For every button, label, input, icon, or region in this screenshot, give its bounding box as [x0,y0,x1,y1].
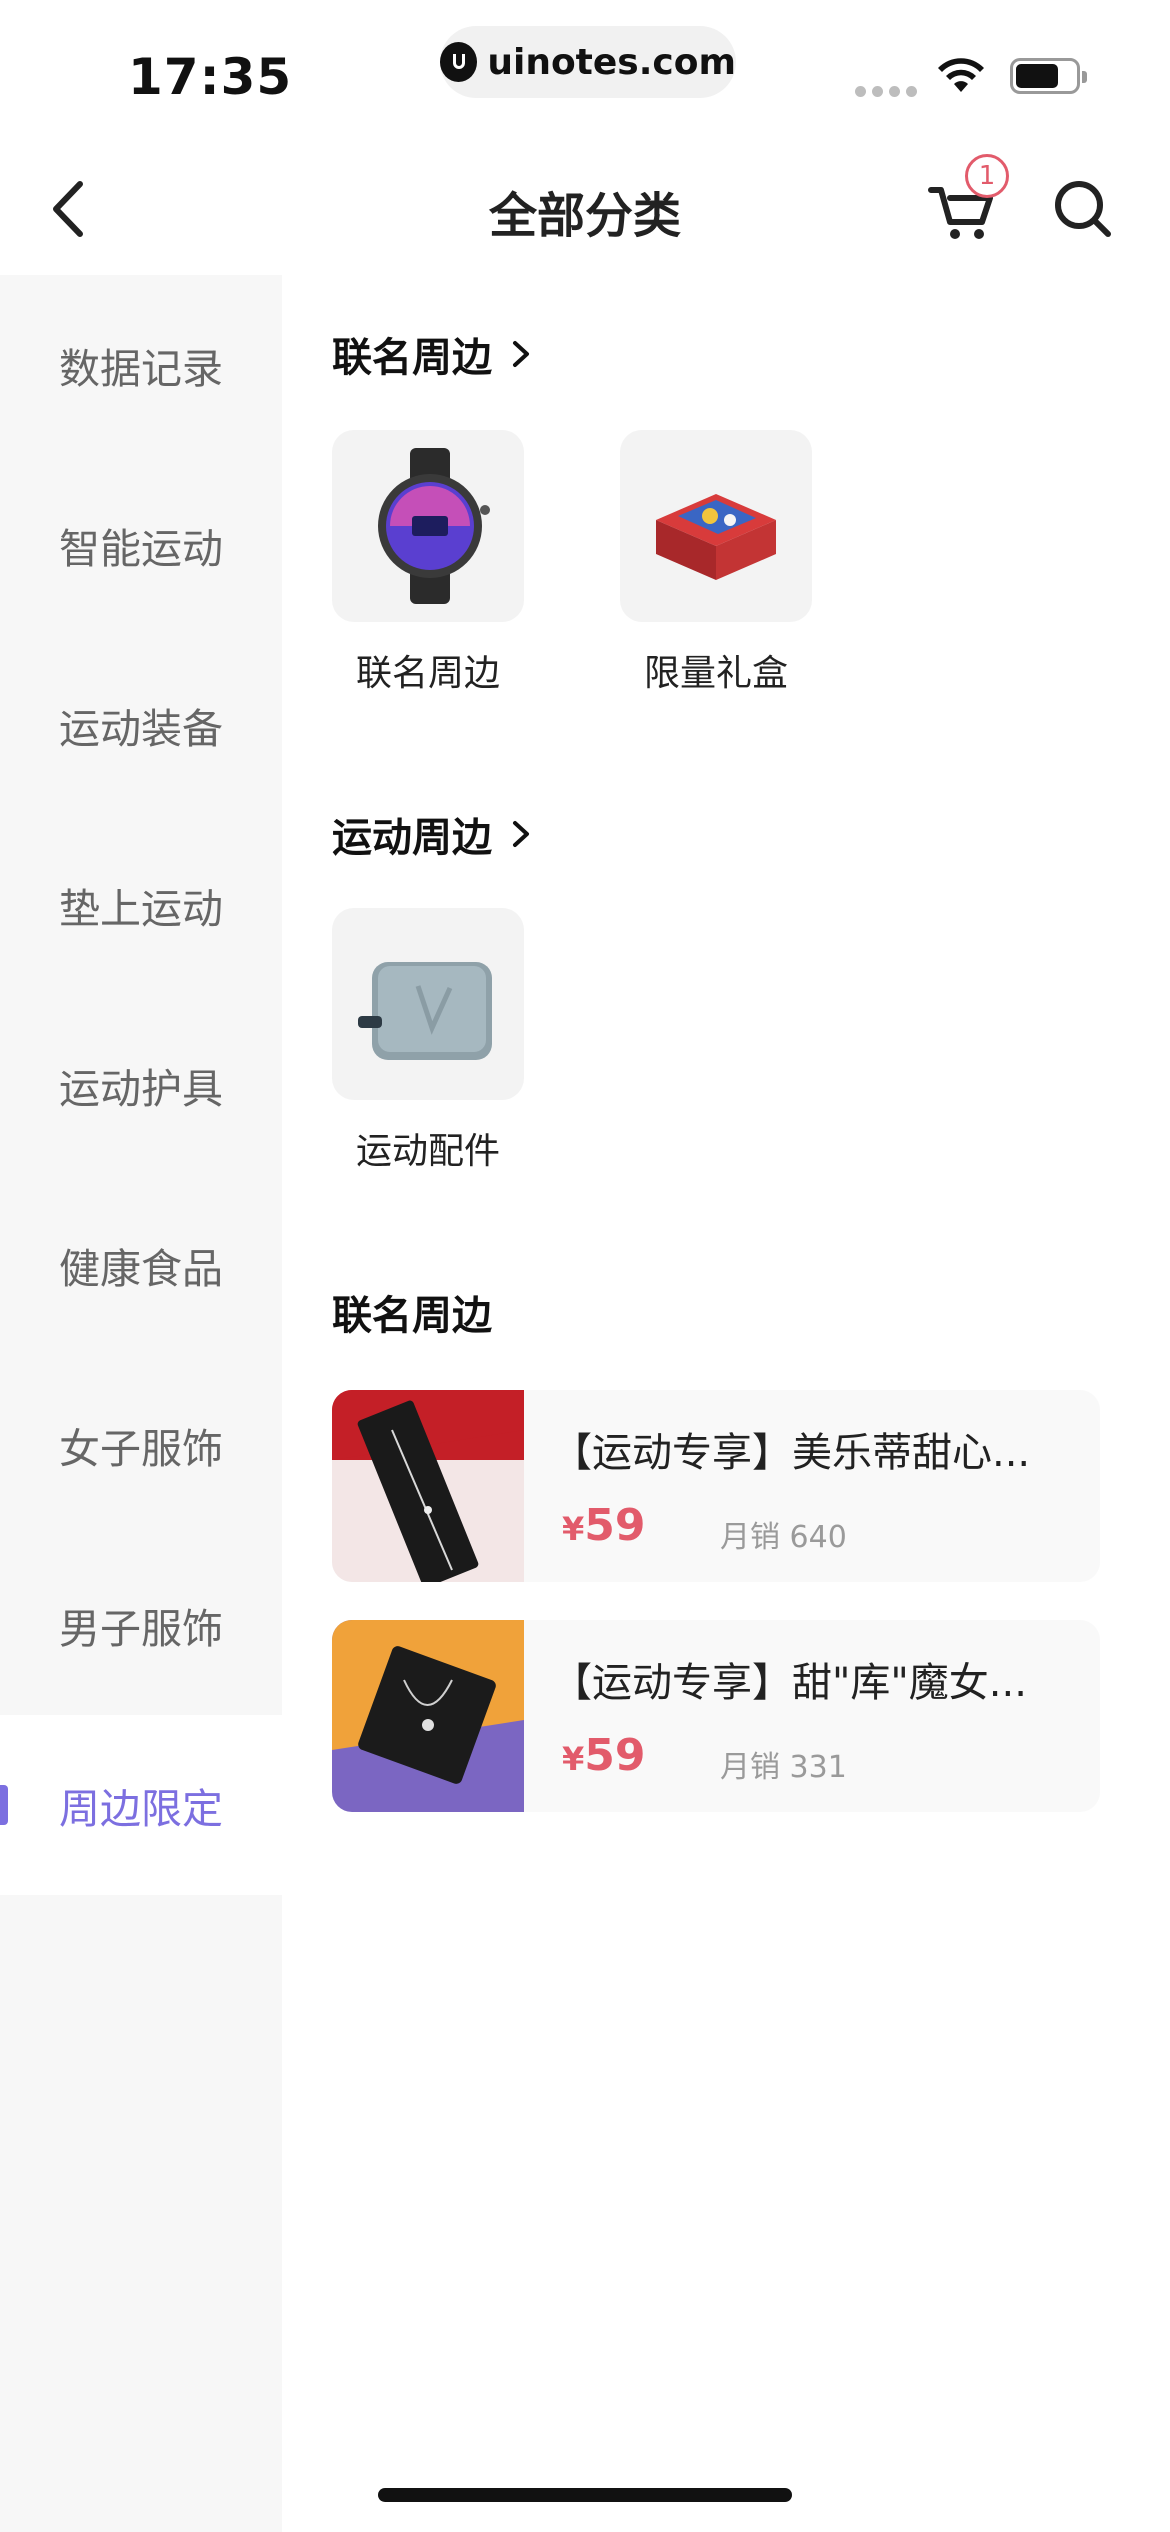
section-title: 联名周边 [332,335,492,381]
section-title: 运动周边 [332,815,492,861]
tile-label: 限量礼盒 [643,653,788,694]
status-time: 17:35 [128,48,293,106]
tile-label: 运动配件 [355,1131,500,1172]
sidebar-item-health-food[interactable]: 健康食品 [0,1175,282,1355]
product-price: ¥59 [562,1500,646,1551]
product-card[interactable]: 【运动专享】甜"库"魔女... ¥59 月销 331 [332,1620,1100,1812]
sidebar-item-limited-merch[interactable]: 周边限定 [0,1715,282,1895]
sidebar-item-mat-exercise[interactable]: 垫上运动 [0,815,282,995]
home-indicator[interactable] [378,2488,792,2502]
signal-icon [855,86,917,97]
chevron-right-icon [513,821,529,847]
sidebar-item-sports-gear[interactable]: 运动装备 [0,635,282,815]
cart-count-badge: 1 [965,154,1009,198]
product-sales: 月销 640 [720,1520,847,1555]
status-bar: 17:35 uinotes.com [0,0,1170,140]
smartwatch-image [332,430,524,622]
sidebar-item-mens-apparel[interactable]: 男子服饰 [0,1535,282,1715]
section-header-collab[interactable]: 联名周边 [332,325,532,383]
necklace-image [332,1620,524,1812]
product-title: 【运动专享】甜"库"魔女... [552,1660,1027,1706]
pouch-image [332,908,524,1100]
url-text: uinotes.com [487,41,736,83]
product-price: ¥59 [562,1730,646,1781]
sidebar-item-womens-apparel[interactable]: 女子服饰 [0,1355,282,1535]
category-sidebar: 数据记录 智能运动 运动装备 垫上运动 运动护具 健康食品 女子服饰 男子服饰 … [0,275,282,2532]
tile-label: 联名周边 [355,653,500,694]
product-title: 【运动专享】美乐蒂甜心... [552,1430,1031,1476]
sidebar-item-data-records[interactable]: 数据记录 [0,275,282,455]
category-tile-collab[interactable]: 联名周边 [332,430,524,696]
site-logo-icon [440,42,478,82]
bracelet-image [332,1390,524,1582]
nav-bar: 全部分类 1 [0,140,1170,275]
sidebar-item-protective-gear[interactable]: 运动护具 [0,995,282,1175]
category-tile-gift-box[interactable]: 限量礼盒 [620,430,812,696]
gift-box-image [620,430,812,622]
product-sales: 月销 331 [720,1750,847,1785]
section-header-sports-merch[interactable]: 运动周边 [332,805,532,863]
wifi-icon [936,56,986,100]
search-icon [1055,181,1111,237]
products-section-title: 联名周边 [332,1293,492,1339]
category-tile-accessories[interactable]: 运动配件 [332,908,524,1174]
search-button[interactable] [1050,176,1115,241]
product-card[interactable]: 【运动专享】美乐蒂甜心... ¥59 月销 640 [332,1390,1100,1582]
url-pill[interactable]: uinotes.com [440,26,736,98]
sidebar-item-smart-sports[interactable]: 智能运动 [0,455,282,635]
chevron-right-icon [513,341,529,367]
battery-icon [1010,58,1087,94]
